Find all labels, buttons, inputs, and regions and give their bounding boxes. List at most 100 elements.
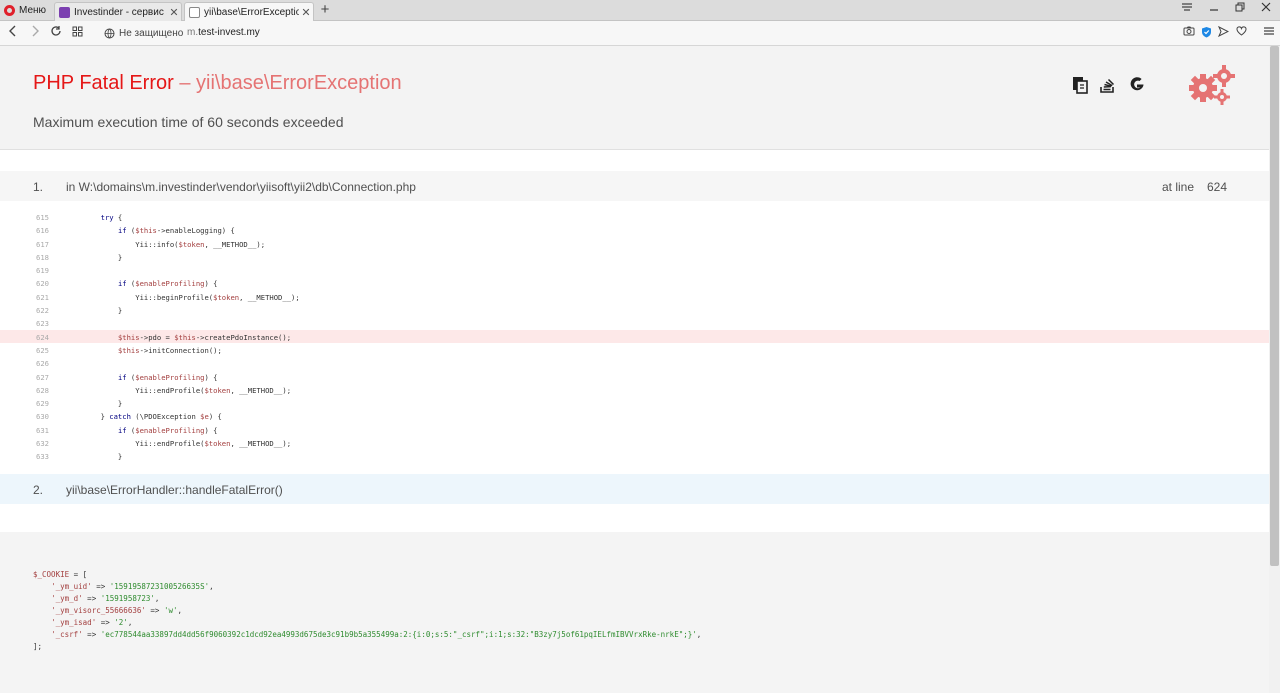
- code-line-number: 623: [36, 319, 49, 329]
- new-tab-button[interactable]: +: [317, 2, 333, 18]
- browser-address-bar: Не защищено m.test-invest.my: [0, 21, 1280, 46]
- cookie-key: '_ym_visorc_55666636': [51, 606, 146, 615]
- cookie-header: $_COOKIE = [: [33, 569, 701, 581]
- error-title: PHP Fatal Error – yii\base\ErrorExceptio…: [33, 72, 402, 95]
- code-line: 632 Yii::endProfile($token, __METHOD__);: [0, 436, 1269, 449]
- forward-icon[interactable]: [27, 25, 43, 41]
- code-line-number: 631: [36, 425, 49, 435]
- code-line-source: Yii::endProfile($token, __METHOD__);: [66, 439, 292, 449]
- document-favicon-icon: [189, 6, 200, 18]
- trace-file: in W:\domains\m.investinder\vendor\yiiso…: [66, 180, 416, 194]
- code-line-number: 617: [36, 239, 49, 249]
- page-scrollbar[interactable]: [1269, 46, 1280, 693]
- code-line-source: }: [66, 399, 123, 409]
- cookie-entry: '_ym_visorc_55666636' => 'w',: [51, 606, 183, 615]
- code-line: 615 try {: [0, 210, 1269, 223]
- code-line: 622 }: [0, 303, 1269, 316]
- restore-window-icon[interactable]: [1229, 2, 1251, 18]
- code-line-number: 625: [36, 345, 49, 355]
- tab-error-exception[interactable]: yii\base\ErrorException ✕: [184, 2, 314, 21]
- code-line-number: 630: [36, 412, 49, 422]
- cookie-key: '_ym_isad': [51, 618, 97, 627]
- code-line: 616 if ($this->enableLogging) {: [0, 223, 1269, 236]
- cookie-entry: '_ym_uid' => '1591958723100526635S',: [51, 582, 214, 591]
- code-line-number: 619: [36, 266, 49, 276]
- tab-investinder[interactable]: Investinder - сервис знако ✕: [54, 2, 182, 21]
- code-line: 630 } catch (\PDOException $e) {: [0, 409, 1269, 422]
- code-line-source: }: [66, 306, 123, 316]
- code-line: 627 if ($enableProfiling) {: [0, 370, 1269, 383]
- tab-menu-icon[interactable]: [1176, 2, 1198, 18]
- close-window-icon[interactable]: [1255, 2, 1277, 18]
- cookie-entry: '_ym_isad' => '2',: [51, 618, 133, 627]
- minimize-window-icon[interactable]: [1203, 2, 1225, 18]
- code-line-number: 616: [36, 226, 49, 236]
- adblock-shield-icon[interactable]: [1199, 26, 1213, 40]
- code-line-source: $this->pdo = $this->createPdoInstance();: [117, 332, 292, 342]
- code-line-number: 621: [36, 292, 49, 302]
- error-class: yii\base\ErrorException: [196, 72, 402, 94]
- url-field[interactable]: m.test-invest.my: [187, 27, 260, 38]
- browser-tab-bar: Меню Investinder - сервис знако ✕ yii\ba…: [0, 0, 1280, 21]
- code-line: 631 if ($enableProfiling) {: [0, 423, 1269, 436]
- cookie-dump: $_COOKIE = [ '_ym_uid' => '1591958723100…: [33, 569, 701, 653]
- heart-icon[interactable]: [1234, 26, 1248, 40]
- code-line-number: 633: [36, 452, 49, 462]
- tab-title: yii\base\ErrorException: [204, 6, 299, 18]
- opera-menu-button[interactable]: Меню: [4, 3, 46, 18]
- code-line-source: $this->initConnection();: [117, 345, 222, 355]
- trace-item-1[interactable]: 1. in W:\domains\m.investinder\vendor\yi…: [0, 171, 1269, 201]
- code-line: 629 }: [0, 396, 1269, 409]
- close-tab-icon[interactable]: ✕: [167, 6, 181, 19]
- back-icon[interactable]: [5, 25, 21, 41]
- cookie-close: ];: [33, 642, 43, 651]
- cookie-key: '_ym_d': [51, 594, 83, 603]
- request-variables: $_COOKIE = [ '_ym_uid' => '1591958723100…: [0, 532, 1269, 693]
- send-icon[interactable]: [1216, 25, 1230, 40]
- code-line-number: 624: [36, 332, 49, 342]
- code-line-number: 628: [36, 385, 49, 395]
- cookie-key: '_csrf': [51, 630, 83, 639]
- error-separator: –: [173, 72, 197, 94]
- code-line-source: }: [66, 252, 123, 262]
- opera-menu-label: Меню: [19, 5, 47, 16]
- stackoverflow-icon[interactable]: [1099, 76, 1117, 94]
- cookie-value: '2': [114, 618, 128, 627]
- browser-menu-icon[interactable]: [1262, 26, 1276, 40]
- speed-dial-icon[interactable]: [69, 25, 85, 41]
- code-line: 618 }: [0, 250, 1269, 263]
- trace-item-2[interactable]: 2. yii\base\ErrorHandler::handleFatalErr…: [0, 474, 1269, 504]
- code-line-source: if ($enableProfiling) {: [117, 425, 218, 435]
- code-line-number: 615: [36, 213, 49, 222]
- google-icon[interactable]: [1128, 76, 1146, 94]
- code-line: 626: [0, 356, 1269, 369]
- code-line-number: 626: [36, 359, 49, 369]
- cookie-value: 'ec778544aa33897dd4dd56f9060392c1dcd92ea…: [100, 630, 697, 639]
- close-tab-icon[interactable]: ✕: [299, 6, 313, 19]
- url-domain: test-invest.my: [198, 27, 260, 38]
- scrollbar-thumb[interactable]: [1270, 46, 1279, 566]
- code-line-source: if ($enableProfiling) {: [117, 372, 218, 382]
- code-line-source: Yii::beginProfile($token, __METHOD__);: [66, 292, 300, 302]
- reload-icon[interactable]: [48, 25, 64, 41]
- cookie-entry: '_ym_d' => '1591958723',: [51, 594, 160, 603]
- cookie-key: '_ym_uid': [51, 582, 92, 591]
- tab-title: Investinder - сервис знако: [74, 6, 167, 18]
- camera-icon[interactable]: [1182, 26, 1196, 40]
- code-line-number: 629: [36, 399, 49, 409]
- copy-icon[interactable]: [1071, 76, 1089, 94]
- code-line: 633 }: [0, 449, 1269, 462]
- security-indicator[interactable]: Не защищено: [104, 26, 183, 40]
- error-type: PHP Fatal Error: [33, 72, 174, 94]
- investinder-favicon-icon: [59, 6, 70, 18]
- cookie-var-name: $_COOKIE: [33, 570, 70, 579]
- code-line-number: 622: [36, 306, 49, 316]
- code-line-source: try {: [100, 213, 123, 222]
- error-message: Maximum execution time of 60 seconds exc…: [33, 114, 344, 130]
- code-line-source: if ($enableProfiling) {: [117, 279, 218, 289]
- opera-logo-icon: [4, 5, 15, 16]
- code-line-source: Yii::info($token, __METHOD__);: [66, 239, 266, 249]
- cookie-open: = [: [69, 570, 88, 579]
- cookie-value: '1591958723': [100, 594, 155, 603]
- page-viewport: PHP Fatal Error – yii\base\ErrorExceptio…: [0, 46, 1269, 693]
